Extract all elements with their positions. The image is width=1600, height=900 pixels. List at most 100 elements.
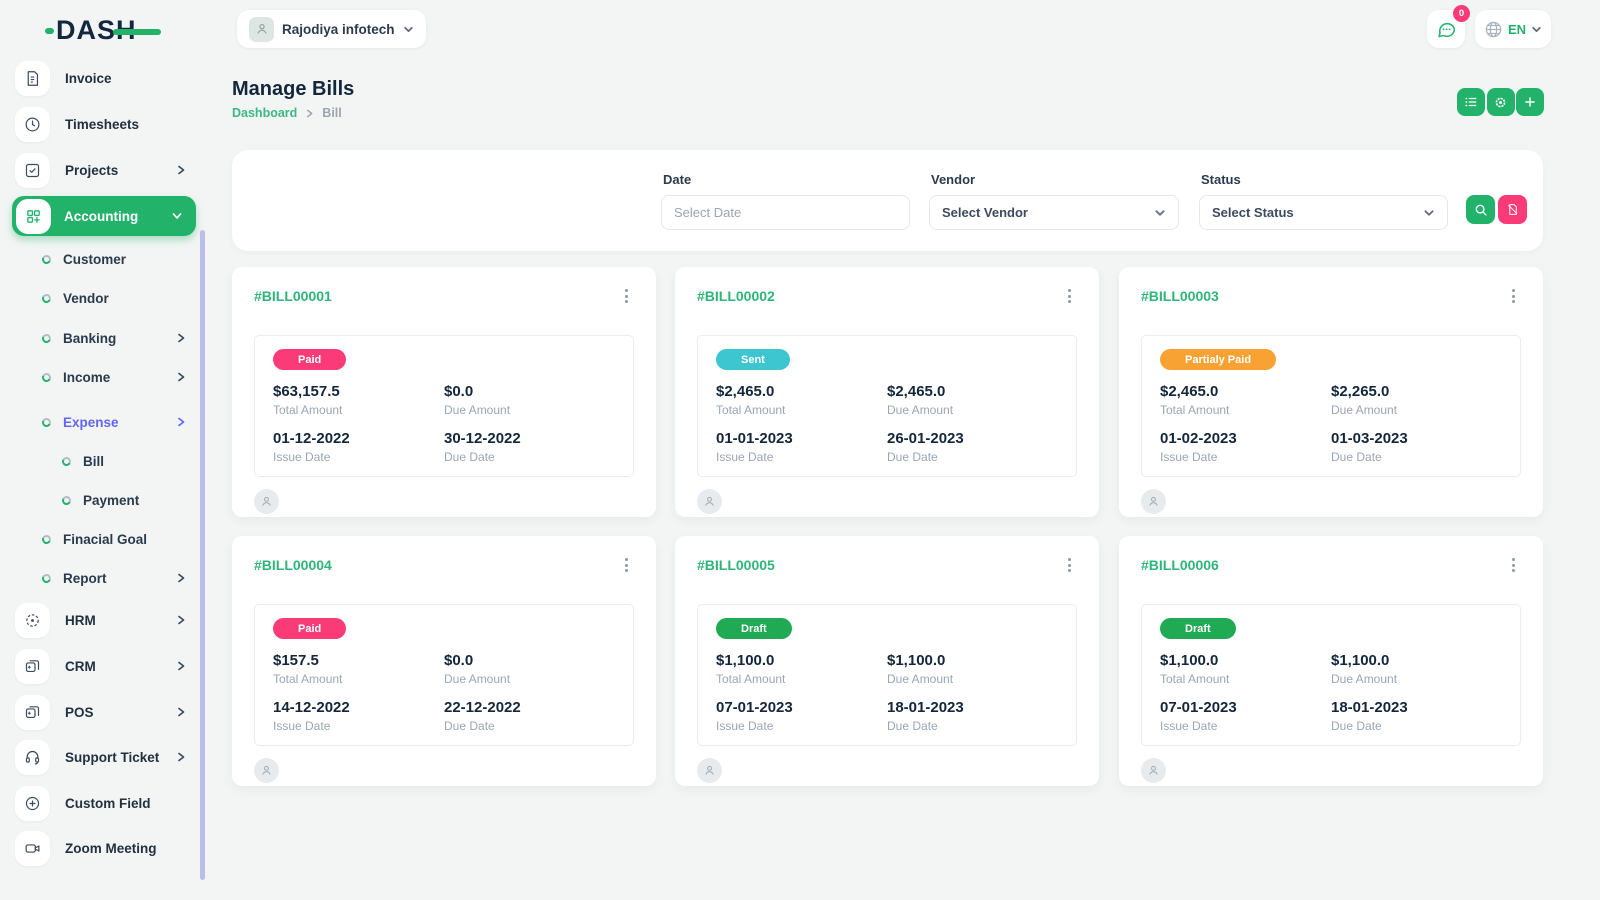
due-amount-value: $2,265.0 <box>1331 383 1502 400</box>
bullet-icon <box>41 332 53 344</box>
total-amount-label: Total Amount <box>716 672 887 686</box>
sidebar-item-vendor[interactable]: Vendor <box>0 278 200 318</box>
kebab-menu-icon[interactable] <box>1062 554 1077 576</box>
sidebar-item-label: POS <box>65 705 94 720</box>
sidebar-item-label: Timesheets <box>65 117 139 132</box>
sidebar-item-expense[interactable]: Expense <box>0 402 200 442</box>
due-amount-value: $0.0 <box>444 383 615 400</box>
sidebar-item-label: Zoom Meeting <box>65 841 157 856</box>
person-icon <box>1147 764 1160 777</box>
sidebar-scrollbar[interactable] <box>200 230 205 880</box>
user-avatar <box>1141 758 1166 783</box>
sidebar-item-custom-field[interactable]: Custom Field <box>0 783 200 823</box>
sidebar-item-accounting[interactable]: Accounting <box>12 196 196 236</box>
add-bill-button[interactable] <box>1516 88 1544 116</box>
settings-button[interactable] <box>1487 88 1515 116</box>
due-date-value: 30-12-2022 <box>444 430 615 447</box>
kebab-menu-icon[interactable] <box>1062 285 1077 307</box>
breadcrumb-dashboard-link[interactable]: Dashboard <box>232 106 297 120</box>
list-view-button[interactable] <box>1457 88 1485 116</box>
headset-icon <box>15 740 50 775</box>
sidebar-item-crm[interactable]: CRM <box>0 646 200 686</box>
date-filter-field[interactable] <box>661 195 910 230</box>
kebab-menu-icon[interactable] <box>1506 554 1521 576</box>
total-amount-value: $2,465.0 <box>1160 383 1331 400</box>
issue-date-value: 01-12-2022 <box>273 430 444 447</box>
company-selector[interactable]: Rajodiya infotech <box>237 10 426 48</box>
sidebar-item-report[interactable]: Report <box>0 558 200 598</box>
issue-date-label: Issue Date <box>273 450 444 464</box>
due-amount-value: $0.0 <box>444 652 615 669</box>
kebab-menu-icon[interactable] <box>619 554 634 576</box>
bill-id-link[interactable]: #BILL00004 <box>254 557 332 573</box>
list-icon <box>1464 95 1478 109</box>
sidebar-item-payment[interactable]: Payment <box>0 480 200 520</box>
globe-icon <box>1484 20 1503 39</box>
sidebar-item-timesheets[interactable]: Timesheets <box>0 104 200 144</box>
sidebar-item-label: HRM <box>65 613 96 628</box>
chevron-right-icon <box>176 165 186 175</box>
sidebar-item-zoom-meeting[interactable]: Zoom Meeting <box>0 828 200 868</box>
bill-id-link[interactable]: #BILL00005 <box>697 557 775 573</box>
apply-filter-button[interactable] <box>1466 195 1495 224</box>
sidebar-item-support-ticket[interactable]: Support Ticket <box>0 737 200 777</box>
bill-id-link[interactable]: #BILL00003 <box>1141 288 1219 304</box>
vendor-select[interactable]: Select Vendor <box>929 195 1179 230</box>
issue-date-value: 01-02-2023 <box>1160 430 1331 447</box>
issue-date-label: Issue Date <box>273 719 444 733</box>
sidebar-item-label: Custom Field <box>65 796 151 811</box>
due-date-value: 18-01-2023 <box>887 699 1058 716</box>
sidebar-item-label: Report <box>63 571 107 586</box>
bill-summary-box: Draft $1,100.0Total Amount $1,100.0Due A… <box>697 604 1077 746</box>
due-amount-label: Due Amount <box>1331 403 1502 417</box>
clear-filter-icon <box>1506 203 1519 216</box>
gear-icon <box>1493 95 1508 110</box>
person-icon <box>703 764 716 777</box>
sidebar-item-projects[interactable]: Projects <box>0 150 200 190</box>
language-selector[interactable]: EN <box>1475 10 1551 48</box>
person-icon <box>260 764 273 777</box>
due-amount-value: $1,100.0 <box>1331 652 1502 669</box>
clock-icon <box>15 107 50 142</box>
filter-panel: Date Vendor Select Vendor Status Select … <box>232 150 1543 251</box>
sidebar-item-label: Customer <box>63 252 126 267</box>
chevron-right-icon <box>176 333 186 343</box>
chevron-right-icon <box>176 707 186 717</box>
sidebar-item-finacial-goal[interactable]: Finacial Goal <box>0 519 200 559</box>
bill-card: #BILL00003 Partialy Paid $2,465.0Total A… <box>1119 267 1543 517</box>
issue-date-value: 01-01-2023 <box>716 430 887 447</box>
due-amount-label: Due Amount <box>444 672 615 686</box>
sidebar-item-income[interactable]: Income <box>0 357 200 397</box>
total-amount-label: Total Amount <box>273 672 444 686</box>
clear-filter-button[interactable] <box>1498 195 1527 224</box>
due-date-value: 26-01-2023 <box>887 430 1058 447</box>
sidebar-item-invoice[interactable]: Invoice <box>0 58 200 98</box>
sidebar-item-label: Finacial Goal <box>63 532 147 547</box>
invoice-icon <box>15 61 50 96</box>
person-icon <box>260 495 273 508</box>
chevron-right-icon <box>176 417 186 427</box>
messages-button[interactable]: 0 <box>1427 10 1465 48</box>
person-icon <box>703 495 716 508</box>
kebab-menu-icon[interactable] <box>619 285 634 307</box>
total-amount-value: $2,465.0 <box>716 383 887 400</box>
bill-id-link[interactable]: #BILL00001 <box>254 288 332 304</box>
bill-id-link[interactable]: #BILL00006 <box>1141 557 1219 573</box>
issue-date-value: 07-01-2023 <box>1160 699 1331 716</box>
sidebar-item-bill[interactable]: Bill <box>0 441 200 481</box>
sidebar-item-banking[interactable]: Banking <box>0 318 200 358</box>
sidebar-item-hrm[interactable]: HRM <box>0 600 200 640</box>
status-badge: Draft <box>1160 618 1236 639</box>
issue-date-label: Issue Date <box>1160 719 1331 733</box>
due-date-value: 01-03-2023 <box>1331 430 1502 447</box>
status-badge: Partialy Paid <box>1160 349 1276 370</box>
status-select[interactable]: Select Status <box>1199 195 1448 230</box>
chevron-down-icon <box>403 24 414 35</box>
kebab-menu-icon[interactable] <box>1506 285 1521 307</box>
bill-id-link[interactable]: #BILL00002 <box>697 288 775 304</box>
sidebar-item-pos[interactable]: POS <box>0 692 200 732</box>
sidebar-item-customer[interactable]: Customer <box>0 239 200 279</box>
date-input[interactable] <box>674 205 897 220</box>
app-logo[interactable]: DASH <box>56 15 137 46</box>
user-avatar <box>254 758 279 783</box>
